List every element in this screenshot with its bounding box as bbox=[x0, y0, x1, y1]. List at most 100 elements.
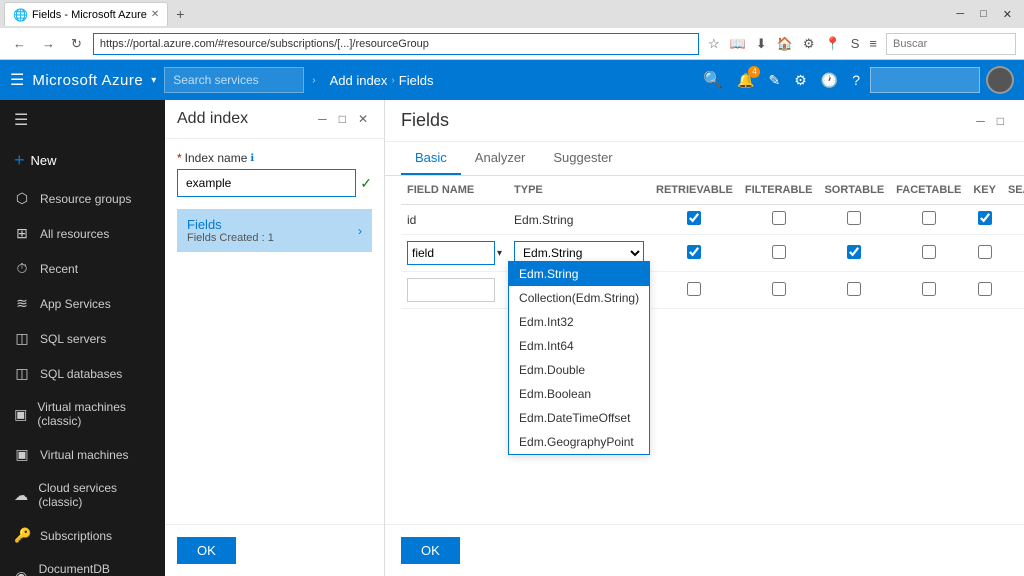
dropdown-option-edm-string[interactable]: Edm.String bbox=[509, 262, 649, 286]
sidebar-item-sql-databases[interactable]: ◫ SQL databases bbox=[0, 356, 165, 391]
sidebar-item-subscriptions[interactable]: 🔑 Subscriptions bbox=[0, 518, 165, 553]
sidebar-item-resource-groups[interactable]: ⬡ Resource groups bbox=[0, 181, 165, 216]
tab-basic[interactable]: Basic bbox=[401, 142, 461, 175]
dropdown-option-int32[interactable]: Edm.Int32 bbox=[509, 310, 649, 334]
breadcrumb-add-index[interactable]: Add index bbox=[330, 73, 388, 88]
id-filterable-checkbox[interactable] bbox=[772, 211, 786, 225]
browser-search-input[interactable] bbox=[886, 33, 1016, 55]
tab-icon: 🌐 bbox=[13, 8, 28, 22]
index-name-input[interactable] bbox=[177, 169, 356, 197]
fields-panel-maximize-button[interactable]: □ bbox=[993, 112, 1008, 130]
tab-suggester[interactable]: Suggester bbox=[539, 142, 626, 175]
dropdown-option-boolean[interactable]: Edm.Boolean bbox=[509, 382, 649, 406]
new-field-name-input[interactable] bbox=[407, 278, 495, 302]
sidebar-item-vm[interactable]: ▣ Virtual machines bbox=[0, 437, 165, 472]
app-services-icon: ≋ bbox=[14, 295, 30, 312]
minimize-button[interactable]: ─ bbox=[948, 6, 972, 23]
main-layout: ☰ + New ⬡ Resource groups ⊞ All resource… bbox=[0, 100, 1024, 576]
tab-analyzer[interactable]: Analyzer bbox=[461, 142, 540, 175]
new-key-checkbox[interactable] bbox=[978, 282, 992, 296]
azure-topbar: ☰ Microsoft Azure ▾ › Add index › Fields… bbox=[0, 60, 1024, 100]
dropdown-option-int64[interactable]: Edm.Int64 bbox=[509, 334, 649, 358]
field-name-input[interactable] bbox=[407, 241, 495, 265]
new-plus-icon: + bbox=[14, 150, 25, 171]
panel-maximize-button[interactable]: □ bbox=[335, 110, 350, 128]
id-sortable-checkbox[interactable] bbox=[847, 211, 861, 225]
fields-ok-button[interactable]: OK bbox=[401, 537, 460, 564]
menu-icon[interactable]: ≡ bbox=[866, 34, 880, 53]
notification-icon[interactable]: 🔔 4 bbox=[733, 68, 758, 93]
sidebar-hamburger[interactable]: ☰ bbox=[0, 100, 165, 140]
location-icon[interactable]: 📍 bbox=[822, 34, 844, 54]
topbar-chevron-icon: › bbox=[312, 75, 315, 86]
col-key: KEY bbox=[967, 176, 1002, 205]
maximize-button[interactable]: □ bbox=[972, 6, 995, 23]
sidebar-item-vm-classic[interactable]: ▣ Virtual machines (classic) bbox=[0, 391, 165, 437]
vm-icon: ▣ bbox=[14, 446, 30, 463]
field-filterable-checkbox[interactable] bbox=[772, 245, 786, 259]
skype-icon[interactable]: S bbox=[848, 34, 863, 53]
avatar[interactable] bbox=[986, 66, 1014, 94]
add-index-ok-button[interactable]: OK bbox=[177, 537, 236, 564]
col-type: TYPE bbox=[508, 176, 650, 205]
dropdown-option-datetime[interactable]: Edm.DateTimeOffset bbox=[509, 406, 649, 430]
sidebar-item-all-resources[interactable]: ⊞ All resources bbox=[0, 216, 165, 251]
search-services-input[interactable] bbox=[164, 67, 304, 93]
settings-icon[interactable]: ⚙ bbox=[800, 34, 818, 54]
fields-panel-title: Fields bbox=[401, 110, 449, 131]
dropdown-option-geography[interactable]: Edm.GeographyPoint bbox=[509, 430, 649, 454]
gear-icon[interactable]: ⚙ bbox=[790, 68, 811, 93]
dropdown-option-collection[interactable]: Collection(Edm.String) bbox=[509, 286, 649, 310]
panel-minimize-button[interactable]: ─ bbox=[314, 110, 331, 128]
close-button[interactable]: ✕ bbox=[995, 6, 1020, 23]
star-icon[interactable]: ☆ bbox=[705, 34, 723, 54]
tab-close-icon[interactable]: ✕ bbox=[151, 9, 159, 20]
reading-icon[interactable]: 📖 bbox=[727, 34, 749, 54]
sidebar-item-documentdb[interactable]: ◉ DocumentDB Accounts bbox=[0, 553, 165, 576]
fields-section: Fields Fields Created : 1 › bbox=[177, 209, 372, 252]
back-button[interactable]: ← bbox=[8, 34, 31, 53]
cloud-classic-icon: ☁ bbox=[14, 487, 28, 504]
table-row-id: id Edm.String bbox=[401, 205, 1024, 235]
id-key-checkbox[interactable] bbox=[978, 211, 992, 225]
hamburger-icon[interactable]: ☰ bbox=[10, 70, 24, 90]
new-tab-button[interactable]: + bbox=[170, 6, 190, 22]
dropdown-option-double[interactable]: Edm.Double bbox=[509, 358, 649, 382]
forward-button[interactable]: → bbox=[37, 34, 60, 53]
table-row-new bbox=[401, 272, 1024, 309]
download-icon[interactable]: ⬇ bbox=[753, 34, 770, 54]
panel-close-button[interactable]: ✕ bbox=[354, 110, 372, 128]
help-icon[interactable]: ? bbox=[848, 68, 864, 92]
tabs-row: Basic Analyzer Suggester bbox=[385, 142, 1024, 176]
home-icon[interactable]: 🏠 bbox=[774, 34, 796, 54]
field-sortable-checkbox[interactable] bbox=[847, 245, 861, 259]
field-key-checkbox[interactable] bbox=[978, 245, 992, 259]
sql-servers-icon: ◫ bbox=[14, 330, 30, 347]
search-topbar-icon[interactable]: 🔍 bbox=[699, 66, 727, 94]
sidebar-item-cloud-classic[interactable]: ☁ Cloud services (classic) bbox=[0, 472, 165, 518]
fields-section-header[interactable]: Fields Fields Created : 1 › bbox=[177, 209, 372, 252]
active-tab[interactable]: 🌐 Fields - Microsoft Azure ✕ bbox=[4, 2, 168, 26]
info-icon[interactable]: ℹ bbox=[250, 153, 254, 164]
edit-icon[interactable]: ✎ bbox=[764, 68, 784, 93]
index-name-label: * Index name ℹ bbox=[177, 151, 372, 165]
sidebar-item-app-services[interactable]: ≋ App Services bbox=[0, 286, 165, 321]
field-facetable-checkbox[interactable] bbox=[922, 245, 936, 259]
new-retrievable-checkbox[interactable] bbox=[687, 282, 701, 296]
topbar-right-input[interactable] bbox=[870, 67, 980, 93]
fields-panel-minimize-button[interactable]: ─ bbox=[972, 112, 989, 130]
field-name-dropdown-icon: ▾ bbox=[497, 248, 502, 259]
add-index-ok-area: OK bbox=[165, 524, 384, 576]
address-input[interactable] bbox=[93, 33, 699, 55]
refresh-button[interactable]: ↻ bbox=[66, 34, 87, 54]
field-retrievable-checkbox[interactable] bbox=[687, 245, 701, 259]
id-facetable-checkbox[interactable] bbox=[922, 211, 936, 225]
id-retrievable-checkbox[interactable] bbox=[687, 211, 701, 225]
clock-icon[interactable]: 🕐 bbox=[817, 68, 842, 93]
new-filterable-checkbox[interactable] bbox=[772, 282, 786, 296]
new-facetable-checkbox[interactable] bbox=[922, 282, 936, 296]
sidebar-item-sql-servers[interactable]: ◫ SQL servers bbox=[0, 321, 165, 356]
sidebar-new-item[interactable]: + New bbox=[0, 140, 165, 181]
new-sortable-checkbox[interactable] bbox=[847, 282, 861, 296]
sidebar-item-recent[interactable]: ⏱ Recent bbox=[0, 251, 165, 286]
